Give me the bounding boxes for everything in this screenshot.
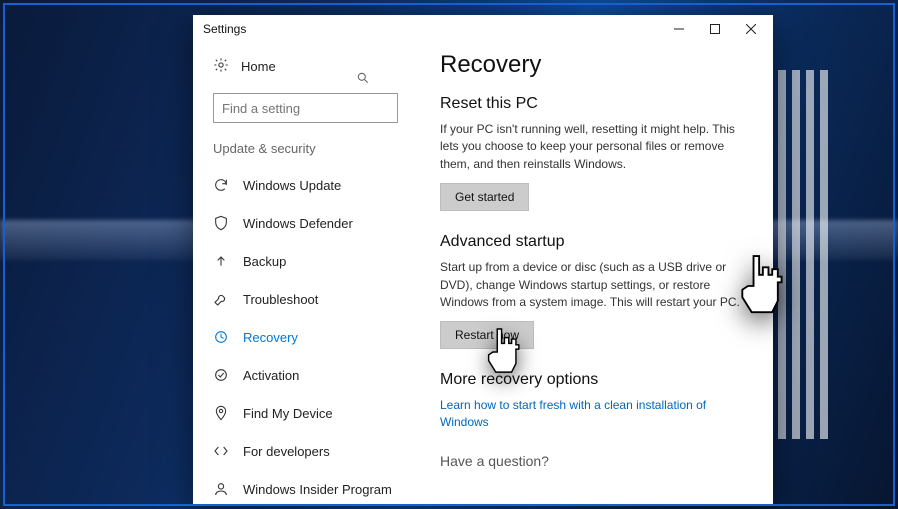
nav-label: Recovery bbox=[243, 330, 298, 345]
sidebar-item-troubleshoot[interactable]: Troubleshoot bbox=[213, 280, 418, 318]
advanced-startup-section: Advanced startup Start up from a device … bbox=[440, 233, 751, 349]
recovery-icon bbox=[213, 329, 229, 345]
developer-icon bbox=[213, 443, 229, 459]
reset-section: Reset this PC If your PC isn't running w… bbox=[440, 95, 751, 211]
page-title: Recovery bbox=[440, 51, 751, 79]
more-heading: More recovery options bbox=[440, 371, 751, 389]
more-recovery-section: More recovery options Learn how to start… bbox=[440, 371, 751, 431]
sidebar-item-backup[interactable]: Backup bbox=[213, 242, 418, 280]
settings-window: Settings Home Update & security bbox=[193, 15, 773, 505]
nav-label: Troubleshoot bbox=[243, 292, 318, 307]
reset-description: If your PC isn't running well, resetting… bbox=[440, 121, 751, 173]
location-icon bbox=[213, 405, 229, 421]
nav-label: For developers bbox=[243, 444, 330, 459]
person-icon bbox=[213, 481, 229, 497]
nav-label: Windows Defender bbox=[243, 216, 353, 231]
section-label: Update & security bbox=[213, 141, 418, 156]
sidebar-item-windows-insider[interactable]: Windows Insider Program bbox=[213, 470, 418, 505]
have-question-heading: Have a question? bbox=[440, 453, 751, 469]
advanced-description: Start up from a device or disc (such as … bbox=[440, 259, 751, 311]
wrench-icon bbox=[213, 291, 229, 307]
shield-icon bbox=[213, 215, 229, 231]
reset-heading: Reset this PC bbox=[440, 95, 751, 113]
home-label: Home bbox=[241, 59, 276, 74]
sync-icon bbox=[213, 177, 229, 193]
titlebar: Settings bbox=[193, 15, 773, 43]
content-pane: Recovery Reset this PC If your PC isn't … bbox=[418, 43, 773, 505]
sidebar-item-recovery[interactable]: Recovery bbox=[213, 318, 418, 356]
sidebar: Home Update & security Windows Update Wi… bbox=[193, 43, 418, 505]
get-started-button[interactable]: Get started bbox=[440, 183, 529, 211]
search-input[interactable] bbox=[213, 93, 398, 123]
maximize-button[interactable] bbox=[697, 15, 733, 43]
nav-label: Activation bbox=[243, 368, 299, 383]
nav-label: Windows Insider Program bbox=[243, 482, 392, 497]
sidebar-item-for-developers[interactable]: For developers bbox=[213, 432, 418, 470]
minimize-button[interactable] bbox=[661, 15, 697, 43]
sidebar-item-activation[interactable]: Activation bbox=[213, 356, 418, 394]
restart-now-button[interactable]: Restart now bbox=[440, 321, 534, 349]
start-fresh-link[interactable]: Learn how to start fresh with a clean in… bbox=[440, 397, 751, 431]
check-circle-icon bbox=[213, 367, 229, 383]
gear-icon bbox=[213, 57, 229, 76]
sidebar-item-windows-defender[interactable]: Windows Defender bbox=[213, 204, 418, 242]
nav-label: Windows Update bbox=[243, 178, 341, 193]
home-link[interactable]: Home bbox=[213, 49, 418, 83]
backup-icon bbox=[213, 253, 229, 269]
sidebar-item-windows-update[interactable]: Windows Update bbox=[213, 166, 418, 204]
close-button[interactable] bbox=[733, 15, 769, 43]
window-title: Settings bbox=[203, 22, 246, 36]
sidebar-item-find-my-device[interactable]: Find My Device bbox=[213, 394, 418, 432]
nav-label: Backup bbox=[243, 254, 286, 269]
nav-label: Find My Device bbox=[243, 406, 333, 421]
advanced-heading: Advanced startup bbox=[440, 233, 751, 251]
